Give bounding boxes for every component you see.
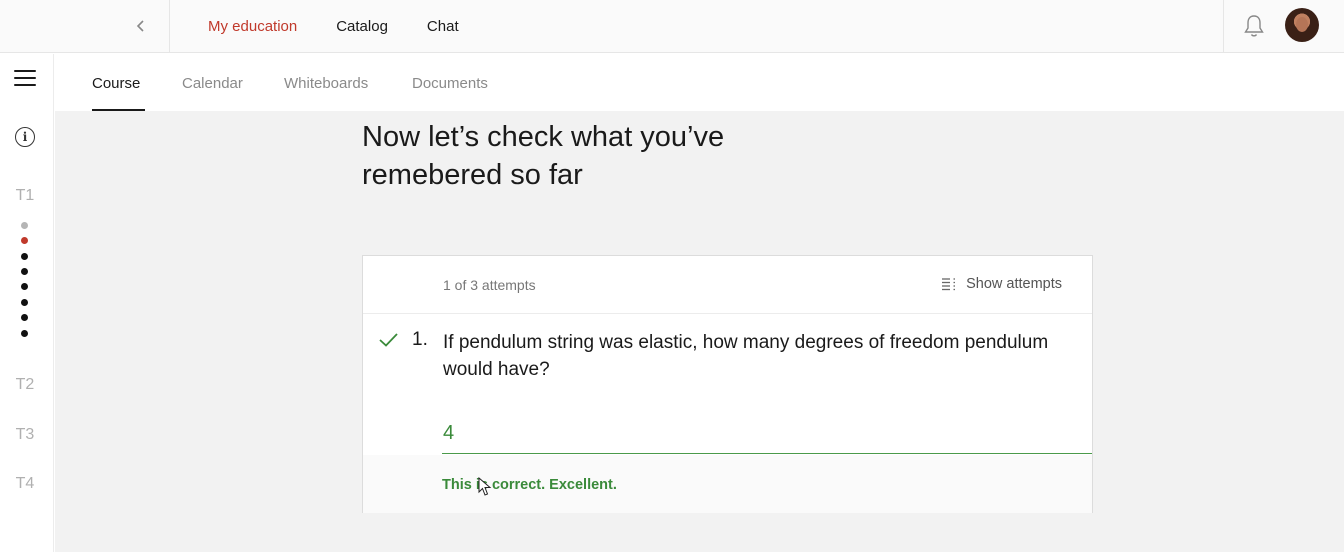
nav-chat[interactable]: Chat — [427, 18, 459, 35]
notifications-button[interactable] — [1242, 13, 1266, 39]
back-button[interactable] — [128, 14, 154, 38]
menu-button[interactable] — [14, 70, 36, 88]
tab-calendar[interactable]: Calendar — [182, 75, 243, 92]
topic-t1[interactable]: T1 — [0, 187, 50, 205]
hamburger-line — [14, 84, 36, 86]
info-icon[interactable]: i — [15, 127, 35, 147]
step-dot[interactable] — [21, 268, 28, 275]
main-content: Now let’s check what you’ve remebered so… — [55, 111, 1344, 552]
step-dot[interactable] — [21, 253, 28, 260]
nav-catalog[interactable]: Catalog — [336, 18, 388, 35]
topic-t2[interactable]: T2 — [0, 376, 50, 394]
topic-t4[interactable]: T4 — [0, 475, 50, 493]
question-number: 1. — [412, 329, 428, 350]
top-nav: My education Catalog Chat — [208, 0, 498, 53]
tab-documents[interactable]: Documents — [412, 75, 488, 92]
topic-t3[interactable]: T3 — [0, 426, 50, 444]
hamburger-line — [14, 77, 36, 79]
divider — [1223, 0, 1224, 53]
step-dot-current[interactable] — [21, 237, 28, 244]
step-dot[interactable] — [21, 299, 28, 306]
step-dot[interactable] — [21, 314, 28, 321]
avatar-face — [1296, 17, 1308, 32]
tab-course[interactable]: Course — [92, 75, 140, 92]
bell-icon — [1244, 15, 1264, 37]
step-dot[interactable] — [21, 283, 28, 290]
check-icon — [379, 333, 398, 347]
show-attempts-button[interactable]: Show attempts — [941, 276, 1062, 292]
step-dot[interactable] — [21, 222, 28, 229]
course-tabs: Course Calendar Whiteboards Documents — [54, 54, 1344, 111]
attempts-counter: 1 of 3 attempts — [443, 277, 536, 293]
list-icon — [942, 277, 956, 290]
quiz-card-header: 1 of 3 attempts Show attempts — [363, 256, 1092, 314]
hamburger-icon — [14, 70, 36, 72]
step-dot[interactable] — [21, 330, 28, 337]
quiz-card: 1 of 3 attempts Show attempts 1. If pend… — [362, 255, 1093, 513]
show-attempts-label: Show attempts — [966, 276, 1062, 292]
chevron-left-icon — [136, 20, 144, 32]
top-bar: My education Catalog Chat — [0, 0, 1344, 53]
tab-whiteboards[interactable]: Whiteboards — [284, 75, 368, 92]
title-line-1: Now let’s check what you’ve — [362, 121, 725, 153]
answer-input[interactable] — [442, 414, 1092, 454]
divider — [169, 0, 170, 53]
feedback-message: This is correct. Excellent. — [442, 477, 617, 493]
avatar[interactable] — [1285, 8, 1319, 42]
nav-my-education[interactable]: My education — [208, 18, 297, 35]
question-text: If pendulum string was elastic, how many… — [443, 332, 1049, 380]
left-rail: i T1 T2 T3 T4 — [0, 54, 54, 552]
title-line-2: remebered so far — [362, 159, 583, 191]
page-title: Now let’s check what you’ve remebered so… — [362, 118, 822, 194]
